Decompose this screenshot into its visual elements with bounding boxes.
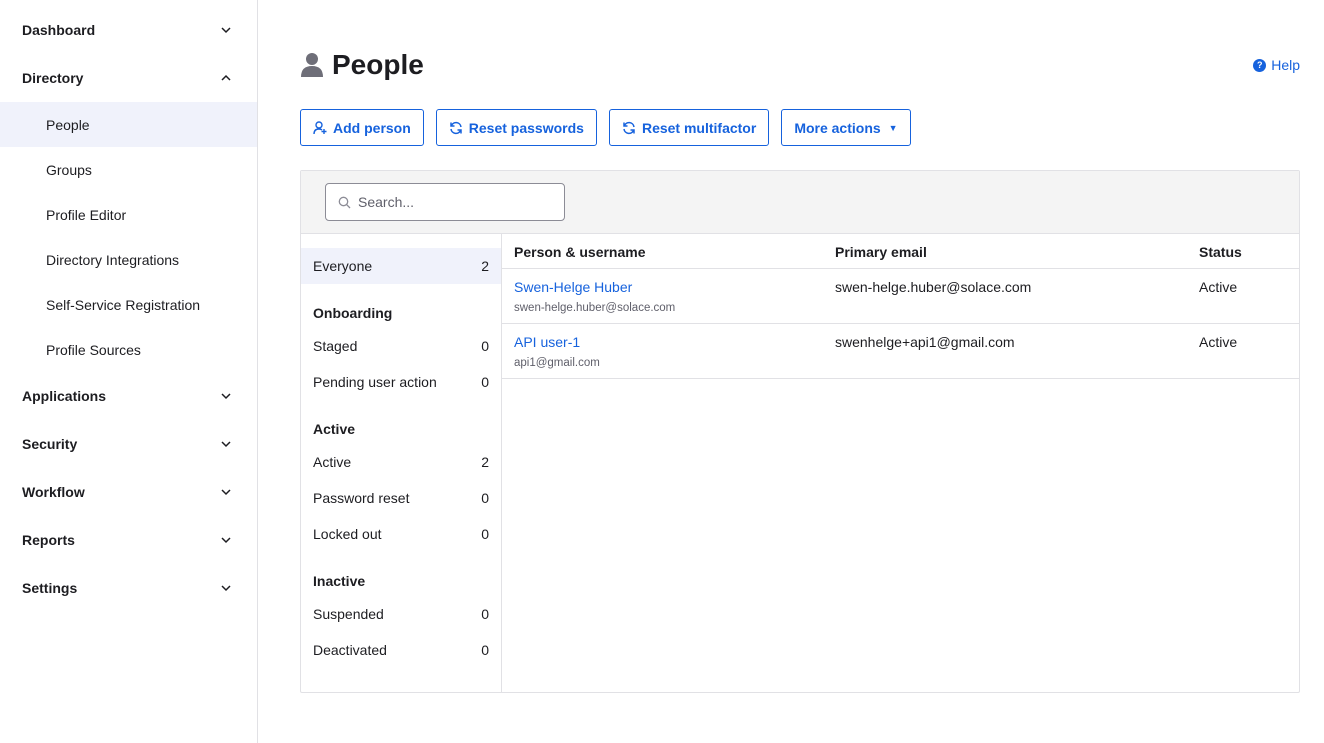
- refresh-icon: [450, 121, 462, 134]
- sidebar-item-groups[interactable]: Groups: [0, 147, 257, 192]
- sidebar: Dashboard Directory People Groups Profil…: [0, 0, 258, 743]
- nav-group-applications[interactable]: Applications: [0, 372, 257, 420]
- nav-group-label: Directory: [22, 70, 84, 86]
- filter-label: Suspended: [313, 606, 384, 622]
- nav-group-label: Reports: [22, 532, 75, 548]
- nav-group-label: Applications: [22, 388, 107, 404]
- reset-multifactor-button[interactable]: Reset multifactor: [608, 109, 770, 146]
- filter-count: 0: [481, 374, 489, 390]
- filter-password-reset[interactable]: Password reset 0: [301, 480, 501, 516]
- chevron-down-icon: [219, 581, 233, 595]
- chevron-down-icon: [219, 23, 233, 37]
- column-header-person[interactable]: Person & username: [514, 234, 646, 269]
- filter-label: Password reset: [313, 490, 410, 506]
- column-header-status[interactable]: Status: [1199, 234, 1242, 269]
- panel-header: [301, 171, 1299, 234]
- more-actions-button[interactable]: More actions ▼: [781, 109, 911, 146]
- status-text: Active: [1199, 334, 1238, 350]
- chevron-down-icon: [219, 437, 233, 451]
- filter-everyone[interactable]: Everyone 2: [301, 248, 501, 284]
- nav-group-settings[interactable]: Settings: [0, 564, 257, 612]
- nav-group-label: Security: [22, 436, 78, 452]
- person-username: api1@gmail.com: [514, 357, 600, 369]
- help-label: Help: [1271, 57, 1300, 73]
- primary-email: swenhelge+api1@gmail.com: [835, 334, 1015, 350]
- chevron-down-icon: [219, 389, 233, 403]
- caret-down-icon: ▼: [888, 122, 898, 133]
- filter-label: Staged: [313, 338, 358, 354]
- filter-count: 0: [481, 606, 489, 622]
- filter-heading-inactive: Inactive: [313, 573, 366, 589]
- filter-active[interactable]: Active 2: [301, 444, 501, 480]
- help-link[interactable]: ? Help: [1253, 57, 1300, 73]
- filter-deactivated[interactable]: Deactivated 0: [301, 632, 501, 668]
- filter-label: Pending user action: [313, 374, 437, 390]
- filter-label: Everyone: [313, 258, 373, 274]
- nav-group-label: Dashboard: [22, 22, 96, 38]
- filter-label: Active: [313, 454, 352, 470]
- sidebar-item-profile-sources[interactable]: Profile Sources: [0, 327, 257, 372]
- toolbar: Add person Reset passwords Reset multifa…: [300, 109, 923, 146]
- nav-group-label: Workflow: [22, 484, 85, 500]
- filter-staged[interactable]: Staged 0: [301, 328, 501, 364]
- filter-count: 0: [481, 526, 489, 542]
- filter-heading-onboarding: Onboarding: [313, 305, 393, 321]
- filter-pending-user-action[interactable]: Pending user action 0: [301, 364, 501, 400]
- search-icon: [338, 196, 351, 208]
- person-icon: [300, 52, 324, 78]
- reset-multifactor-label: Reset multifactor: [641, 119, 757, 136]
- table-row: Swen-Helge Huber swen-helge.huber@solace…: [502, 269, 1299, 324]
- page-header: People: [300, 46, 424, 84]
- sidebar-item-people[interactable]: People: [0, 102, 257, 147]
- filter-label: Deactivated: [313, 642, 387, 658]
- filter-count: 0: [481, 642, 489, 658]
- people-panel: Everyone 2 Onboarding Staged 0 Pending u…: [300, 170, 1300, 693]
- reset-passwords-label: Reset passwords: [468, 119, 584, 136]
- nav-group-security[interactable]: Security: [0, 420, 257, 468]
- nav-group-reports[interactable]: Reports: [0, 516, 257, 564]
- chevron-down-icon: [219, 485, 233, 499]
- search-input[interactable]: [358, 194, 548, 210]
- filter-label: Locked out: [313, 526, 382, 542]
- filter-heading-active: Active: [313, 421, 356, 437]
- filter-locked-out[interactable]: Locked out 0: [301, 516, 501, 552]
- question-icon: ?: [1253, 58, 1267, 72]
- search-box[interactable]: [325, 183, 565, 221]
- person-name-link[interactable]: Swen-Helge Huber: [514, 279, 632, 295]
- filter-count: 2: [481, 258, 489, 274]
- person-username: swen-helge.huber@solace.com: [514, 302, 676, 314]
- status-filters: Everyone 2 Onboarding Staged 0 Pending u…: [301, 234, 502, 692]
- filter-suspended[interactable]: Suspended 0: [301, 596, 501, 632]
- add-person-label: Add person: [333, 119, 411, 136]
- column-header-email[interactable]: Primary email: [835, 234, 927, 269]
- page-title: People: [332, 49, 424, 80]
- status-text: Active: [1199, 279, 1238, 295]
- primary-email: swen-helge.huber@solace.com: [835, 279, 1032, 295]
- chevron-up-icon: [219, 71, 233, 85]
- table-row: API user-1 api1@gmail.com swenhelge+api1…: [502, 324, 1299, 379]
- sidebar-item-profile-editor[interactable]: Profile Editor: [0, 192, 257, 237]
- reset-passwords-button[interactable]: Reset passwords: [435, 109, 597, 146]
- nav-group-dashboard[interactable]: Dashboard: [0, 6, 257, 54]
- sidebar-item-directory-integrations[interactable]: Directory Integrations: [0, 237, 257, 282]
- nav-group-workflow[interactable]: Workflow: [0, 468, 257, 516]
- nav-group-label: Settings: [22, 580, 78, 596]
- refresh-icon: [623, 121, 635, 134]
- sidebar-item-self-service-registration[interactable]: Self-Service Registration: [0, 282, 257, 327]
- add-person-icon: [313, 120, 327, 134]
- chevron-down-icon: [219, 533, 233, 547]
- more-actions-label: More actions: [794, 119, 881, 136]
- filter-count: 0: [481, 338, 489, 354]
- add-person-button[interactable]: Add person: [300, 109, 424, 146]
- filter-count: 2: [481, 454, 489, 470]
- nav-group-directory[interactable]: Directory: [0, 54, 257, 102]
- filter-count: 0: [481, 490, 489, 506]
- person-name-link[interactable]: API user-1: [514, 334, 580, 350]
